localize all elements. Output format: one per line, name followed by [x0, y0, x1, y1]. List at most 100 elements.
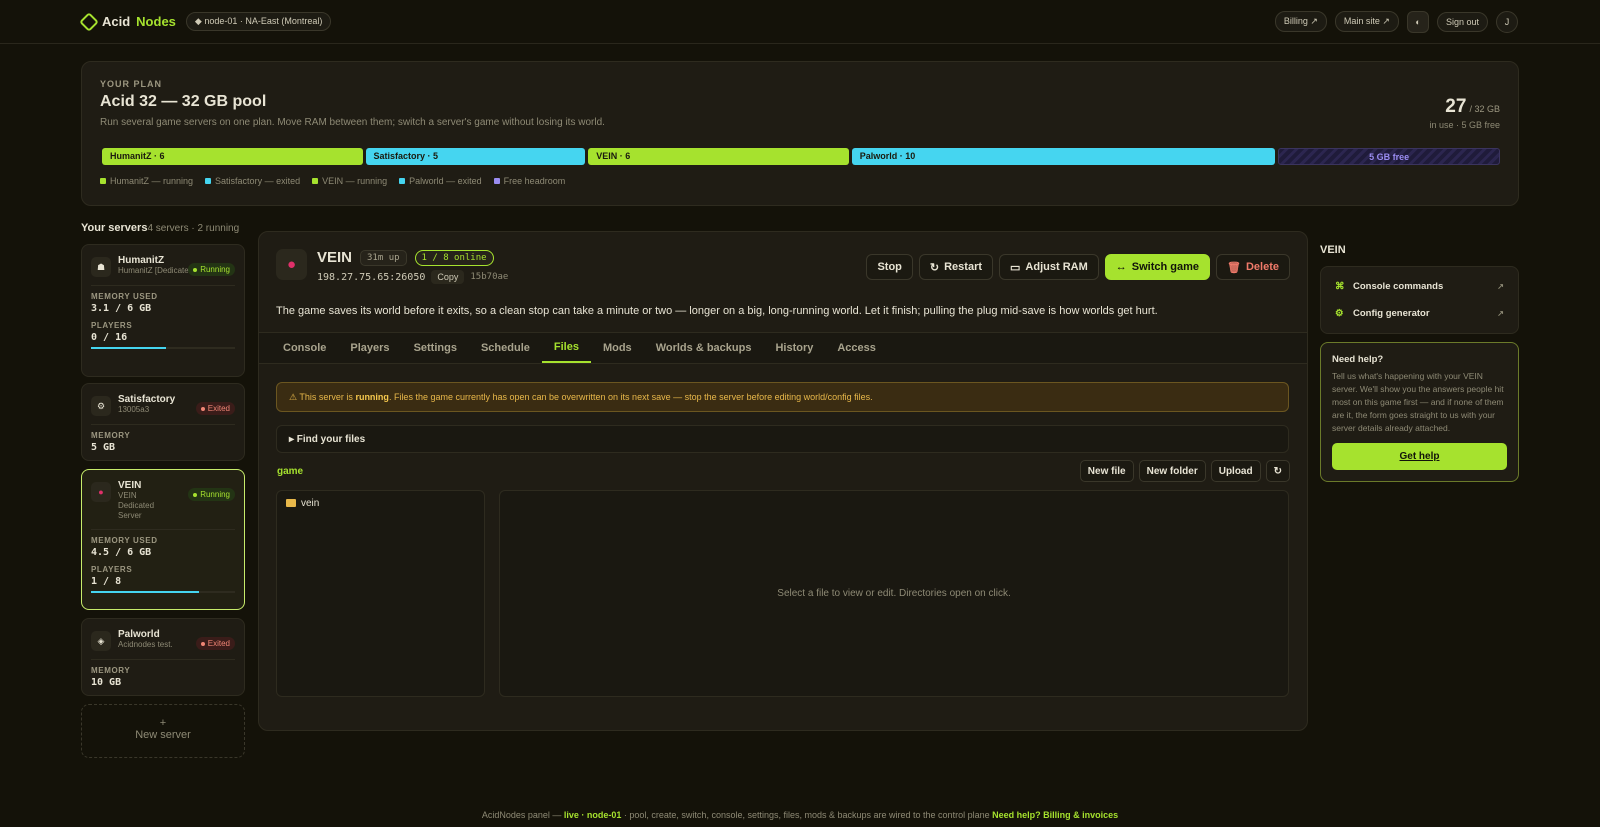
stop-button[interactable]: Stop [866, 254, 913, 280]
status-badge: Running [188, 488, 235, 501]
new-server-label: New server [135, 729, 191, 741]
adjust-ram-button[interactable]: ▭ Adjust RAM [999, 254, 1099, 280]
ram-pool-bar: HumanitZ · 6 Satisfactory · 5 VEIN · 6 P… [102, 148, 1500, 165]
theme-toggle-icon[interactable]: ◐ [1406, 10, 1429, 33]
pool-segment-satisfactory: Satisfactory · 5 [365, 148, 586, 165]
tab-worlds-backups[interactable]: Worlds & backups [644, 333, 764, 363]
vein-game-icon: ● [276, 249, 307, 280]
config-generator-link[interactable]: ⚙ Config generator ↗ [1335, 300, 1504, 327]
usage-bar [91, 347, 235, 349]
list-item[interactable]: vein [286, 498, 475, 509]
pool-segment-palworld: Palworld · 10 [851, 148, 1276, 165]
server-sub: Acidnodes test. [118, 640, 173, 649]
brand-name-accent: Nodes [136, 14, 176, 29]
new-server-button[interactable]: + New server [81, 704, 245, 758]
avatar[interactable]: J [1496, 10, 1518, 33]
server-name: HumanitZ [118, 255, 165, 266]
server-card-palworld[interactable]: ◈ Palworld Acidnodes test. Exited MEMORY 1… [81, 618, 245, 696]
breadcrumb[interactable]: game [277, 466, 303, 477]
memory-label: MEMORY USED [91, 292, 158, 301]
server-sub: 13005a3 [118, 405, 150, 414]
tab-schedule[interactable]: Schedule [469, 333, 542, 363]
console-commands-link[interactable]: ⌘ Console commands ↗ [1335, 273, 1504, 300]
pool-segment-humanitz: HumanitZ · 6 [102, 148, 363, 165]
copy-address-button[interactable]: Copy [431, 270, 465, 284]
file-viewer: Select a file to view or edit. Directori… [499, 490, 1289, 697]
server-sub: HumanitZ [Dedicated] [118, 266, 196, 275]
node-pill[interactable]: ◆ node-01 · NA-East (Montreal) [185, 12, 332, 31]
tab-settings[interactable]: Settings [402, 333, 469, 363]
usage-sub: in use · 5 GB free [1429, 120, 1500, 130]
memory-value: 10 GB [91, 677, 122, 688]
pool-legend: HumanitZ — running Satisfactory — exited… [100, 176, 565, 186]
usage-value: 27 [1445, 96, 1467, 117]
plan-card: YOUR PLAN Acid 32 — 32 GB pool Run sever… [81, 61, 1519, 206]
switch-game-button[interactable]: ↔ Switch game [1104, 254, 1210, 280]
new-folder-button[interactable]: New folder [1138, 460, 1206, 482]
footer-help-link[interactable]: Need help? [992, 810, 1041, 820]
refresh-icon[interactable]: ↻ [1265, 460, 1290, 482]
plan-description: Run several game servers on one plan. Mo… [100, 117, 605, 128]
sidebar-title: VEIN [1320, 244, 1346, 256]
tab-access[interactable]: Access [825, 333, 888, 363]
online-chip: 1 / 8 online [414, 249, 494, 266]
tab-files[interactable]: Files [541, 333, 591, 363]
upload-button[interactable]: Upload [1210, 460, 1261, 482]
sign-out-button[interactable]: Sign out [1436, 11, 1488, 32]
help-card: Need help? Tell us what's happening with… [1320, 342, 1519, 482]
players-label: PLAYERS [91, 565, 133, 574]
server-card-satisfactory[interactable]: ⚙ Satisfactory 13005a3 Exited MEMORY 5 GB [81, 383, 245, 461]
footer-billing-link[interactable]: Billing & invoices [1043, 810, 1118, 820]
get-help-button[interactable]: Get help [1332, 443, 1507, 470]
status-badge: Running [188, 263, 235, 276]
restart-icon: ↻ [929, 261, 940, 274]
server-name: Satisfactory [118, 394, 176, 405]
hex-logo-icon [79, 11, 99, 32]
footer: AcidNodes panel — live · node-01 · pool,… [481, 810, 1119, 820]
tab-players[interactable]: Players [338, 333, 401, 363]
memory-value: 3.1 / 6 GB [91, 303, 152, 314]
server-game-icon: ● [91, 482, 111, 502]
players-value: 1 / 8 [91, 576, 122, 587]
tab-mods[interactable]: Mods [591, 333, 644, 363]
brand-name: Acid [102, 14, 131, 29]
trash-icon: 🗑 [1227, 261, 1241, 274]
plan-eyebrow: YOUR PLAN [100, 79, 163, 89]
pool-segment-free: 5 GB free [1278, 148, 1500, 165]
server-hash: 15b70ae [470, 272, 509, 282]
delete-button[interactable]: 🗑 Delete [1216, 254, 1290, 280]
server-sub: VEIN Dedicated Server [118, 491, 155, 520]
server-title: VEIN [317, 249, 353, 266]
uptime-chip: 31m up [360, 249, 407, 266]
billing-link[interactable]: Billing ↗ [1274, 11, 1327, 32]
server-detail-panel: ● VEIN 31m up 1 / 8 online 198.27.75.65:… [258, 231, 1308, 731]
warning-icon: ⚠ [289, 392, 298, 402]
new-file-button[interactable]: New file [1079, 460, 1134, 482]
server-name: Palworld [118, 629, 160, 640]
memory-value: 4.5 / 6 GB [91, 547, 152, 558]
command-icon: ⌘ [1335, 281, 1345, 292]
restart-button[interactable]: ↻ Restart [918, 254, 994, 280]
server-card-vein[interactable]: ● VEIN VEIN Dedicated Server Running MEMOR… [81, 469, 245, 610]
status-badge: Exited [195, 637, 235, 650]
server-game-icon: ⚙ [91, 396, 111, 416]
tab-console[interactable]: Console [271, 333, 338, 363]
gear-icon: ⚙ [1335, 308, 1344, 319]
players-label: PLAYERS [91, 321, 133, 330]
find-files-toggle[interactable]: ▸ Find your files [276, 425, 1289, 453]
main-site-link[interactable]: Main site ↗ [1334, 11, 1399, 32]
plan-title: Acid 32 — 32 GB pool [100, 93, 267, 110]
help-title: Need help? [1332, 354, 1384, 365]
server-game-icon: ☗ [91, 257, 111, 277]
tab-history[interactable]: History [763, 333, 825, 363]
brand-logo[interactable]: Acid Nodes [79, 11, 176, 32]
legend-item: Free headroom [493, 176, 565, 186]
top-bar: Acid Nodes ◆ node-01 · NA-East (Montreal)… [0, 0, 1600, 44]
running-warning: ⚠ This server is running. Files the game… [276, 382, 1289, 412]
status-badge: Exited [195, 402, 235, 415]
usage-total: / 32 GB [1469, 104, 1500, 114]
servers-heading: Your servers4 servers · 2 running [81, 222, 240, 234]
save-note: The game saves its world before it exits… [276, 305, 1158, 317]
server-card-humanitz[interactable]: ☗ HumanitZ HumanitZ [Dedicated] Running ME… [81, 244, 245, 377]
memory-label: MEMORY USED [91, 536, 158, 545]
